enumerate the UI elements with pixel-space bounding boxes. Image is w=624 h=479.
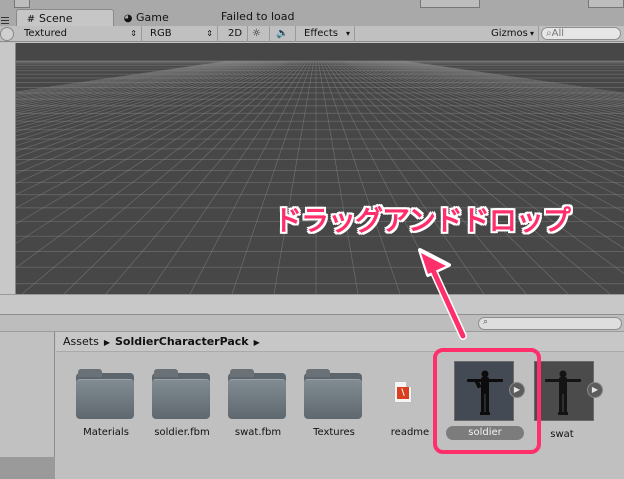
grid-line xyxy=(63,60,304,294)
grid-line xyxy=(344,60,624,188)
grid-line xyxy=(342,60,624,199)
swat-figure-icon xyxy=(545,370,581,415)
asset-label-swat: swat xyxy=(550,429,574,440)
tab-scene[interactable]: # Scene xyxy=(16,9,114,26)
asset-folder-soldier-fbm[interactable]: soldier.fbm xyxy=(132,353,216,453)
dropdown-arrow-icon: ▾ xyxy=(345,29,350,38)
scene-search-input[interactable]: ⌕All xyxy=(541,27,621,40)
breadcrumb-item-soldier-pack[interactable]: SoldierCharacterPack xyxy=(115,335,249,348)
asset-folder-materials[interactable]: Materials xyxy=(56,353,140,453)
grid-line xyxy=(273,60,315,294)
status-message: Failed to load xyxy=(221,10,295,23)
breadcrumb: Assets ▶ SoldierCharacterPack ▶ xyxy=(56,332,624,352)
folder-icon xyxy=(152,369,210,419)
speaker-icon: 🔈 xyxy=(276,28,289,39)
pacman-icon: ◕ xyxy=(123,13,133,24)
grid-line xyxy=(16,60,297,244)
audio-toggle[interactable]: 🔈 xyxy=(272,26,296,42)
annotation-text: ドラッグアンドドロップ xyxy=(274,204,571,237)
grid-line xyxy=(317,60,359,294)
scene-view-toggle[interactable] xyxy=(0,27,14,41)
asset-prefab-swat[interactable] xyxy=(534,361,594,421)
tab-scene-label: Scene xyxy=(39,12,73,25)
grid-line xyxy=(390,60,624,102)
folder-icon xyxy=(228,369,286,419)
updown-arrow-icon: ⇕ xyxy=(130,29,137,38)
folder-icon xyxy=(76,369,134,419)
render-mode-dropdown[interactable]: RGB ⇕ xyxy=(146,26,218,42)
asset-label-readme[interactable]: readme xyxy=(380,427,440,438)
panel-menu-icon[interactable] xyxy=(0,15,10,25)
shading-mode-value: Textured xyxy=(24,28,67,39)
shading-mode-dropdown[interactable]: Textured ⇕ xyxy=(20,26,142,42)
mode-2d-label: 2D xyxy=(228,28,243,39)
highlight-box xyxy=(433,348,541,454)
tab-game-label: Game xyxy=(136,11,169,24)
grid-line xyxy=(16,60,237,98)
asset-folder-swat-fbm[interactable]: swat.fbm xyxy=(208,353,292,453)
tab-bar-segment xyxy=(588,0,624,8)
grid-line xyxy=(403,60,624,94)
breadcrumb-item-assets[interactable]: Assets xyxy=(63,335,99,348)
scene-toolbar: Textured ⇕ RGB ⇕ 2D ☼ 🔈 Effects ▾ Gizmos ▾ ⌕… xyxy=(0,26,624,42)
scene-search-placeholder: All xyxy=(551,28,565,39)
grid-line xyxy=(392,60,624,100)
lighting-toggle[interactable]: ☼ xyxy=(248,26,270,42)
project-search-input[interactable]: ⌕ xyxy=(478,317,622,330)
chevron-right-icon: ▶ xyxy=(253,338,260,347)
grid-line xyxy=(322,60,443,294)
grid-line xyxy=(147,60,308,294)
tab-bar-segment xyxy=(420,0,480,8)
scene-grid xyxy=(16,60,624,294)
tab-bar-segment xyxy=(14,0,30,8)
gizmos-label: Gizmos xyxy=(491,28,528,39)
grid-line xyxy=(320,60,401,294)
chevron-right-icon: ▶ xyxy=(103,338,110,347)
grid-line xyxy=(16,60,295,225)
asset-folder-textures[interactable]: Textures xyxy=(284,353,368,453)
updown-arrow-icon: ⇕ xyxy=(206,29,213,38)
grid-line xyxy=(16,60,299,269)
editor-tab-bar: # Scene ◕ Game Failed to load xyxy=(0,0,624,26)
play-icon[interactable]: ▶ xyxy=(587,382,603,398)
gizmos-dropdown[interactable]: Gizmos ▾ xyxy=(487,26,539,42)
mode-2d-button[interactable]: 2D xyxy=(224,26,248,42)
render-mode-value: RGB xyxy=(150,28,172,39)
grid-line xyxy=(189,60,310,294)
scene-left-strip xyxy=(0,43,16,294)
effects-label: Effects xyxy=(304,28,338,39)
grid-line xyxy=(16,60,233,95)
grid-line xyxy=(231,60,312,294)
document-icon[interactable]: \ xyxy=(394,381,412,403)
folder-icon xyxy=(304,369,362,419)
grid-line xyxy=(324,60,485,294)
project-folder-tree[interactable] xyxy=(0,332,55,479)
scene-viewport[interactable] xyxy=(16,43,624,294)
asset-label: Textures xyxy=(313,427,355,438)
sun-icon: ☼ xyxy=(252,28,261,39)
tab-game[interactable]: ◕ Game xyxy=(114,9,204,26)
project-panel-header: ⌕ xyxy=(0,314,624,332)
grid-line xyxy=(328,60,569,294)
panel-divider[interactable] xyxy=(0,294,624,314)
effects-dropdown[interactable]: Effects ▾ xyxy=(300,26,355,42)
folder-tree-selection xyxy=(0,457,55,479)
dropdown-arrow-icon: ▾ xyxy=(529,29,534,38)
search-icon: ⌕ xyxy=(483,317,489,327)
